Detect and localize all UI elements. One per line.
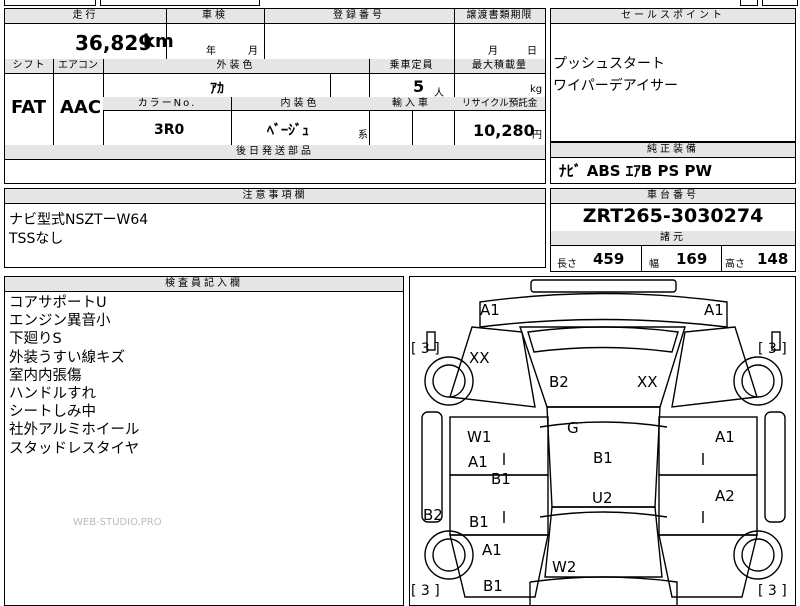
damage-mark: A1: [480, 301, 500, 319]
sales-point-item: ワイパーデアイサー: [553, 78, 679, 94]
damage-mark: A1: [715, 428, 735, 446]
tire-rear-right-mark: [ 3 ]: [758, 583, 787, 599]
genuine-equipment-value: ﾅﾋﾞ ABS ｴｱB PS PW: [559, 162, 713, 180]
top-cut-cell-4: [762, 0, 798, 6]
damage-mark: A1: [704, 301, 724, 319]
vehicle-info-grid: 走行 車検 登録番号 譲渡書類期限 36,829 km 年 月 月 日 シフト …: [4, 8, 546, 184]
chassis-no-header: 車台番号: [551, 189, 795, 203]
recycle-header: リサイクル預託金: [454, 97, 545, 111]
shift-value: FAT: [11, 97, 47, 118]
transfer-month-unit: 月: [488, 46, 498, 57]
width-label: 幅: [649, 259, 659, 270]
damage-mark: A1: [468, 453, 488, 471]
notes-line: TSSなし: [9, 231, 64, 247]
top-cut-cell-2: [100, 0, 260, 6]
sales-point-box: セールスポイント プッシュスタート ワイパーデアイサー: [550, 8, 796, 142]
interior-color-suffix: 系: [358, 130, 368, 141]
damage-mark: W1: [467, 428, 492, 446]
max-load-unit: kg: [530, 84, 543, 95]
inspector-note: コアサポートU: [9, 295, 107, 311]
inspector-note: 社外アルミホイール: [9, 422, 140, 439]
sales-point-item: プッシュスタート: [553, 56, 665, 72]
damage-mark: XX: [637, 373, 658, 391]
mileage-header: 走行: [5, 9, 166, 23]
transfer-deadline-header: 譲渡書類期限: [454, 9, 545, 23]
import-header: 輸入車: [369, 97, 454, 111]
color-no-value: 3R0: [154, 122, 185, 138]
inspector-note: スタッドレスタイヤ: [9, 440, 140, 457]
aircon-value: AAC: [60, 97, 102, 118]
damage-mark: B1: [593, 449, 613, 467]
inspector-note: エンジン異音小: [9, 313, 111, 330]
inspector-header: 検査員記入欄: [5, 277, 403, 291]
inspection-year-unit: 年: [206, 46, 216, 57]
height-label: 高さ: [725, 259, 745, 270]
inspector-note: ハンドルすれ: [9, 386, 96, 403]
inspection-header: 車検: [166, 9, 264, 23]
inspector-notes-box: 検査員記入欄 コアサポートU エンジン異音小 下廻りS 外装うすい線キズ 室内内…: [4, 276, 404, 606]
notes-header: 注意事項欄: [5, 189, 545, 203]
inspector-note: 外装うすい線キズ: [9, 349, 125, 366]
registration-header: 登録番号: [264, 9, 454, 23]
tire-front-left-mark: [ 3 ]: [411, 341, 440, 357]
damage-mark: B1: [483, 577, 503, 595]
aircon-header: エアコン: [53, 59, 103, 73]
recycle-fee-unit: 円: [532, 130, 542, 141]
inspector-notes-list: コアサポートU エンジン異音小 下廻りS 外装うすい線キズ 室内内張傷 ハンドル…: [9, 294, 139, 458]
damage-mark: B2: [549, 373, 569, 391]
tire-rear-left-mark: [ 3 ]: [411, 583, 440, 599]
damage-mark: B1: [491, 470, 511, 488]
inspection-month-unit: 月: [248, 46, 258, 57]
specs-header: 諸元: [551, 231, 795, 245]
notes-line: ナビ型式NSZTーW64: [9, 212, 149, 228]
exterior-color-value: ｱｶ: [210, 81, 224, 97]
length-label: 長さ: [557, 259, 577, 270]
damage-mark: U2: [592, 489, 613, 507]
capacity-header: 乗車定員: [369, 59, 454, 73]
damage-mark: A2: [715, 487, 735, 505]
top-cut-cell-1: [4, 0, 96, 6]
max-load-header: 最大積載量: [454, 59, 545, 73]
length-value: 459: [593, 250, 625, 268]
recycle-fee-value: 10,280: [473, 121, 535, 140]
chassis-no-value: ZRT265-3030274: [582, 205, 764, 227]
notes-box: 注意事項欄 ナビ型式NSZTーW64 TSSなし: [4, 188, 546, 268]
top-cut-cell-3: [740, 0, 758, 6]
shift-header: シフト: [5, 59, 53, 73]
transfer-day-unit: 日: [527, 46, 537, 57]
capacity-value: 5: [413, 77, 425, 96]
mileage-unit: km: [143, 31, 174, 52]
chassis-specs-box: 車台番号 ZRT265-3030274 諸元 長さ 459 幅 169 高さ 1…: [550, 188, 796, 272]
damage-mark: B2: [423, 506, 443, 524]
genuine-equipment-box: 純正装備 ﾅﾋﾞ ABS ｴｱB PS PW: [550, 142, 796, 184]
inspector-note: シートしみ中: [9, 404, 96, 421]
interior-color-header: 内装色: [231, 97, 369, 111]
height-value: 148: [757, 250, 789, 268]
damage-mark: W2: [552, 558, 577, 576]
damage-mark: XX: [469, 349, 490, 367]
damage-mark: B1: [469, 513, 489, 531]
interior-color-value: ﾍﾞｰｼﾞｭ: [267, 123, 309, 139]
inspector-note: 下廻りS: [9, 331, 62, 348]
exterior-color-header: 外装色: [103, 59, 369, 73]
car-damage-diagram: [ 3 ] [ 3 ] [ 3 ] [ 3 ] A1 A1 XX B2 XX W…: [409, 276, 796, 606]
later-parts-header: 後日発送部品: [5, 145, 545, 159]
damage-mark: A1: [482, 541, 502, 559]
width-value: 169: [676, 250, 708, 268]
damage-mark: G: [567, 419, 579, 437]
genuine-equipment-header: 純正装備: [551, 143, 795, 157]
tire-front-right-mark: [ 3 ]: [758, 341, 787, 357]
watermark: WEB-STUDIO.PRO: [73, 517, 162, 528]
color-no-header: カラーNo.: [103, 97, 231, 111]
inspector-note: 室内内張傷: [9, 367, 82, 384]
sales-point-header: セールスポイント: [551, 9, 795, 23]
